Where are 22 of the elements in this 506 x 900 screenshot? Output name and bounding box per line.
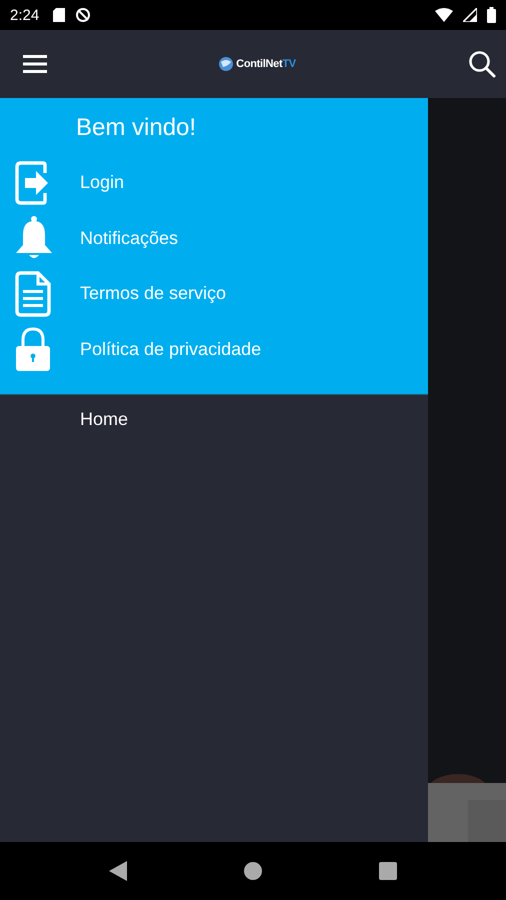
search-icon[interactable] — [468, 50, 496, 78]
greeting-title: Bem vindo! — [76, 114, 196, 142]
home-icon[interactable] — [244, 862, 262, 880]
signal-icon — [463, 8, 477, 22]
drawer-item[interactable]: Notificações — [15, 210, 186, 266]
sd-card-icon — [53, 8, 66, 22]
sync-off-icon — [75, 7, 92, 23]
back-icon[interactable] — [108, 861, 127, 881]
wifi-icon — [435, 8, 453, 22]
document-icon — [15, 270, 51, 317]
status-time: 2:24 — [10, 6, 40, 24]
logo-text: ContilNetTV — [236, 58, 296, 70]
login-icon — [15, 160, 51, 205]
lock-icon — [15, 327, 51, 372]
recents-icon[interactable] — [379, 862, 398, 880]
drawer-item[interactable]: Login — [15, 155, 132, 210]
battery-icon — [487, 7, 496, 23]
drawer-item[interactable]: Política de privacidade — [15, 322, 270, 377]
drawer-item[interactable]: Home — [80, 409, 128, 430]
drawer-item[interactable]: Termos de serviço — [15, 266, 234, 322]
globe-icon — [219, 57, 234, 71]
menu-icon[interactable] — [23, 54, 47, 74]
